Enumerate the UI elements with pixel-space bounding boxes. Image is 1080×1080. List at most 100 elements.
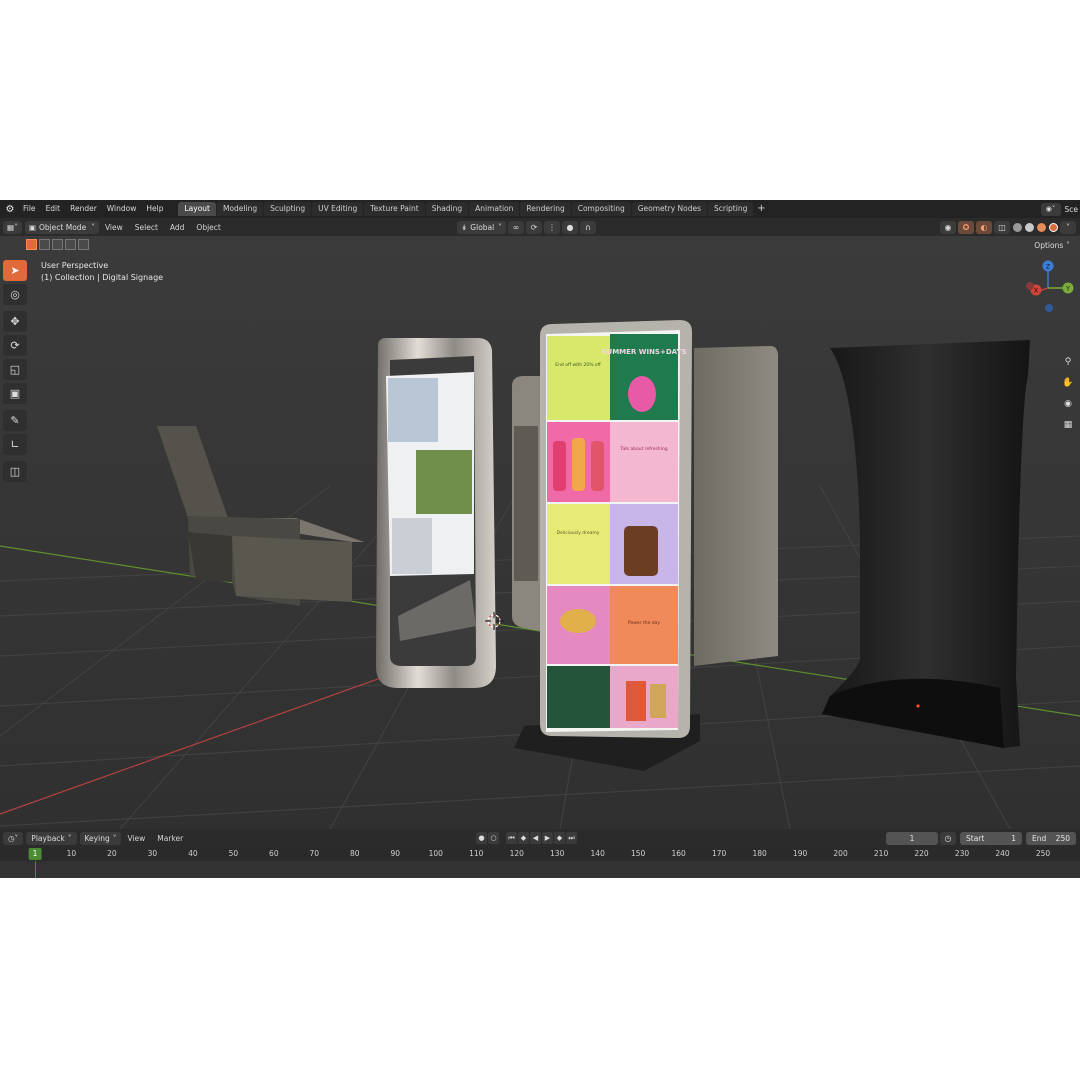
frame-tick-label: 90 [390, 849, 401, 858]
menu-help[interactable]: Help [141, 200, 168, 218]
rotate-tool[interactable]: ⟳ [3, 335, 27, 356]
playback-label: Playback [31, 833, 65, 843]
gizmo-x-label: X [1034, 287, 1039, 295]
frame-tick-label: 190 [792, 849, 808, 858]
annotate-tool[interactable]: ✎ [3, 410, 27, 431]
view-perspective-label: User Perspective [41, 261, 109, 270]
scale-tool[interactable]: ◱ [3, 359, 27, 380]
tab-layout[interactable]: Layout [178, 202, 216, 216]
scene-icon[interactable]: ◉˅ [1040, 202, 1061, 216]
gizmo-icon[interactable]: ✪ [958, 220, 974, 234]
play-reverse-icon[interactable]: ◀ [530, 832, 541, 844]
tab-rendering[interactable]: Rendering [520, 202, 571, 216]
timeline-editor-type[interactable]: ◷˅ [3, 831, 24, 845]
overlay-icon[interactable]: ◐ [976, 220, 992, 234]
kiosk-main-sign[interactable] [514, 320, 700, 771]
menu-file[interactable]: File [18, 200, 41, 218]
start-frame-input[interactable]: Start 1 [960, 831, 1022, 845]
tool-shelf: ➤ ◎ ✥ ⟳ ◱ ▣ ✎ ∟ ◫ [3, 260, 29, 485]
add-cube-tool[interactable]: ◫ [3, 461, 27, 482]
record-icon[interactable]: ● [476, 832, 487, 844]
frame-tick-label: 200 [833, 849, 848, 858]
header-menu-select[interactable]: Select [129, 223, 164, 232]
xray-icon[interactable]: ◫ [994, 220, 1010, 234]
transform-tool[interactable]: ▣ [3, 383, 27, 404]
viewport-nav-buttons: ⚲ ✋ ◉ ▦ [1060, 354, 1076, 438]
tab-geometry-nodes[interactable]: Geometry Nodes [631, 202, 707, 216]
frame-tick-label: 250 [1035, 849, 1051, 858]
tab-texture-paint[interactable]: Texture Paint [364, 202, 425, 216]
header-menu-object[interactable]: Object [190, 223, 226, 232]
options-label: Options [1034, 241, 1064, 250]
proportional-edit-icon[interactable]: ● [561, 220, 578, 234]
current-frame-input[interactable]: 1 [886, 831, 938, 845]
transform-icon: ▣ [9, 387, 21, 400]
menu-edit[interactable]: Edit [41, 200, 66, 218]
options-dropdown[interactable]: Options ˅ [1028, 239, 1076, 252]
record-options-icon[interactable]: ○ [488, 832, 499, 844]
shading-options-icon[interactable]: ˅ [1060, 220, 1076, 234]
header-menu-add[interactable]: Add [164, 223, 191, 232]
orientation-dropdown[interactable]: ↡ Global ˅ [457, 220, 506, 234]
tab-compositing[interactable]: Compositing [571, 202, 631, 216]
frame-tick-label: 150 [631, 849, 646, 858]
blender-logo-icon[interactable]: ⚙ [2, 200, 18, 218]
pivot-icon[interactable]: ∞ [507, 220, 524, 234]
editor-type-button[interactable]: ▦˅ [3, 220, 22, 234]
keying-label: Keying [84, 833, 110, 843]
frame-tick-label: 80 [350, 849, 360, 858]
tab-sculpting[interactable]: Sculpting [264, 202, 312, 216]
tab-modeling[interactable]: Modeling [216, 202, 264, 216]
end-frame-input[interactable]: End 250 [1026, 831, 1076, 845]
mode-dropdown[interactable]: ▣ Object Mode ˅ [24, 220, 99, 234]
timeline-marker-menu[interactable]: Marker [151, 834, 189, 843]
add-workspace-button[interactable]: + [754, 202, 768, 216]
header-menu-view[interactable]: View [99, 223, 129, 232]
zoom-icon[interactable]: ⚲ [1060, 354, 1076, 370]
stopwatch-icon[interactable]: ◷ [940, 831, 956, 845]
playhead-frame-badge[interactable]: 1 [28, 848, 42, 860]
cursor-tool[interactable]: ◎ [3, 284, 27, 305]
menu-render[interactable]: Render [65, 200, 102, 218]
jump-start-icon[interactable]: ⏮ [506, 832, 517, 844]
select-box-tool[interactable]: ➤ [3, 260, 27, 281]
menu-window[interactable]: Window [102, 200, 142, 218]
falloff-icon[interactable]: ∩ [579, 220, 596, 234]
select-invert-icon[interactable] [65, 239, 76, 250]
solid-shading-icon[interactable] [1025, 222, 1034, 232]
camera-icon[interactable]: ◉ [1060, 396, 1076, 412]
select-intersect-icon[interactable] [78, 239, 89, 250]
wireframe-shading-icon[interactable] [1013, 222, 1022, 232]
snap-target-icon[interactable]: ⋮ [543, 220, 560, 234]
chevron-down-icon: ˅ [67, 833, 72, 843]
frame-ruler[interactable]: 1 10 20 30 40 50 60 70 80 90 100 110 120 130 140 150 16… [0, 847, 1080, 861]
tab-shading[interactable]: Shading [425, 202, 469, 216]
scene-name[interactable]: Sce [1065, 205, 1079, 214]
pan-hand-icon[interactable]: ✋ [1060, 375, 1076, 391]
measure-tool[interactable]: ∟ [3, 434, 27, 455]
top-bar: ⚙ File Edit Render Window Help Layout Mo… [0, 200, 1080, 218]
select-extend-icon[interactable] [39, 239, 50, 250]
move-tool[interactable]: ✥ [3, 311, 27, 332]
timeline-body[interactable]: 1 10 20 30 40 50 60 70 80 90 100 110 120 130 140 150 16… [0, 847, 1080, 878]
keying-menu[interactable]: Keying ˅ [79, 831, 122, 845]
rendered-shading-icon[interactable] [1049, 222, 1058, 232]
playback-menu[interactable]: Playback ˅ [26, 831, 77, 845]
tab-animation[interactable]: Animation [469, 202, 520, 216]
tab-uv-editing[interactable]: UV Editing [312, 202, 364, 216]
kiosk-chrome-frame[interactable] [376, 338, 496, 688]
visibility-icon[interactable]: ◉ [940, 220, 956, 234]
prev-keyframe-icon[interactable]: ◆ [518, 832, 529, 844]
jump-end-icon[interactable]: ⏭ [566, 832, 577, 844]
material-shading-icon[interactable] [1037, 222, 1046, 232]
next-keyframe-icon[interactable]: ◆ [554, 832, 565, 844]
select-subtract-icon[interactable] [52, 239, 63, 250]
select-new-icon[interactable] [26, 239, 37, 250]
playhead-line[interactable] [35, 861, 36, 878]
snap-icon[interactable]: ⟳ [525, 220, 542, 234]
3d-viewport[interactable]: End off with 20% off SUMMER WINS+DAYS Ta… [0, 236, 1080, 829]
timeline-view-menu[interactable]: View [121, 834, 151, 843]
tab-scripting[interactable]: Scripting [708, 202, 754, 216]
grid-view-icon[interactable]: ▦ [1060, 417, 1076, 433]
play-icon[interactable]: ▶ [542, 832, 553, 844]
